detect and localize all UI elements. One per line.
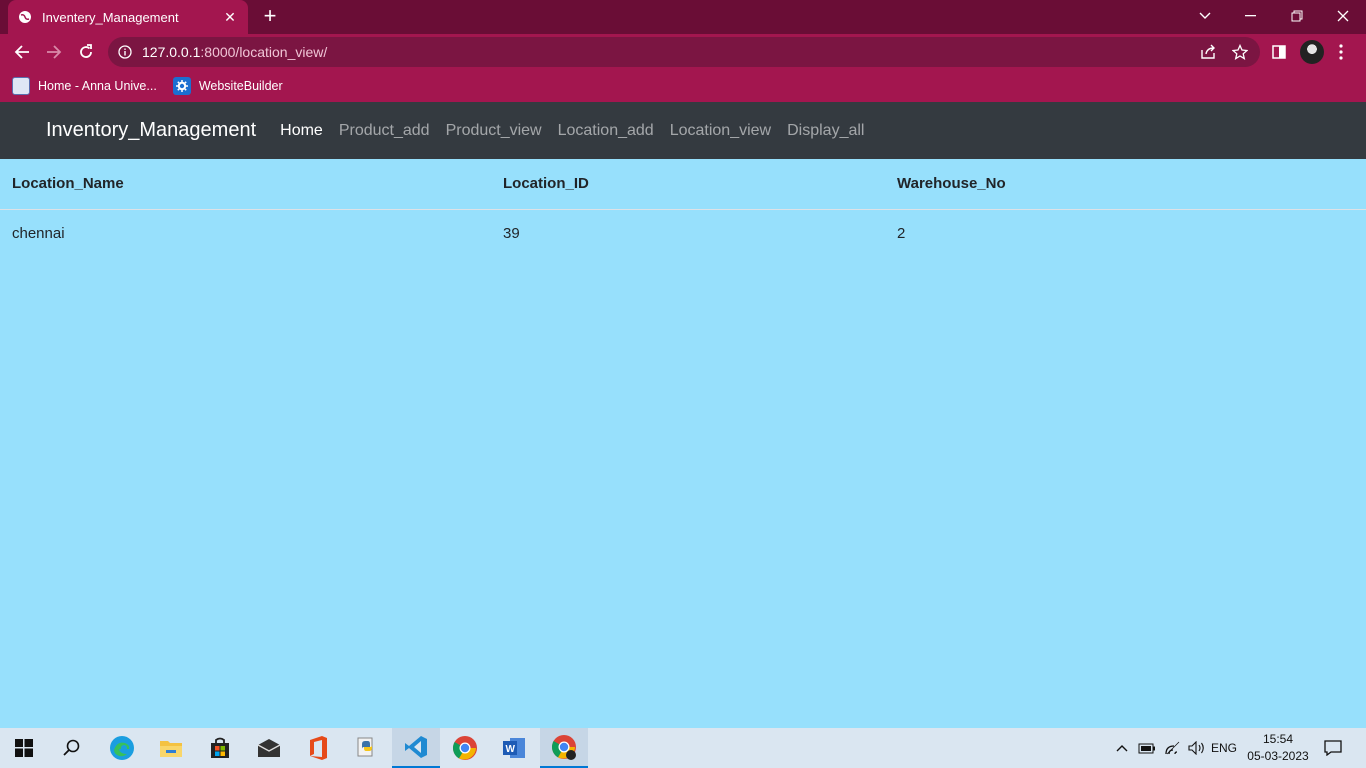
- chrome-icon[interactable]: [441, 728, 489, 768]
- cell-warehouse-no: 2: [897, 225, 906, 243]
- browser-tab-strip: Inventery_Management ✕ +: [0, 0, 1366, 34]
- bookmark-label: WebsiteBuilder: [198, 79, 283, 93]
- cell-location-name: chennai: [12, 225, 65, 243]
- globe-icon: [18, 10, 32, 24]
- table-row: chennai 39 2: [0, 209, 1366, 258]
- restore-icon[interactable]: [1274, 0, 1320, 32]
- menu-kebab-icon[interactable]: [1328, 39, 1354, 65]
- mail-icon[interactable]: [245, 728, 293, 768]
- chevron-up-icon[interactable]: [1112, 728, 1132, 768]
- location-table: Location_Name Location_ID Warehouse_No c…: [0, 159, 1366, 258]
- bookmarks-bar: Home - Anna Unive... WebsiteBuilder: [0, 70, 1366, 102]
- forward-arrow-icon[interactable]: [41, 39, 67, 65]
- bookmark-label: Home - Anna Unive...: [38, 79, 157, 93]
- vscode-icon[interactable]: [392, 728, 440, 768]
- browser-toolbar: 127.0.0.1:8000/location_view/: [0, 34, 1366, 70]
- tab-title: Inventery_Management: [42, 9, 179, 25]
- side-panel-icon[interactable]: [1266, 39, 1292, 65]
- gear-icon: [172, 77, 191, 95]
- nav-location-add[interactable]: Location_add: [558, 122, 654, 140]
- profile-avatar[interactable]: [1300, 40, 1324, 64]
- file-explorer-icon[interactable]: [147, 728, 195, 768]
- notification-icon[interactable]: [1320, 728, 1346, 768]
- nav-home[interactable]: Home: [280, 122, 323, 140]
- url-host: 127.0.0.1: [142, 44, 201, 60]
- address-bar[interactable]: 127.0.0.1:8000/location_view/: [108, 37, 1260, 67]
- volume-icon[interactable]: [1186, 728, 1208, 768]
- app-navbar: Inventory_Management Home Product_add Pr…: [0, 102, 1366, 159]
- svg-text:W: W: [506, 744, 516, 755]
- windows-taskbar: W ENG 15:54 05-03-2023: [0, 728, 1366, 768]
- wifi-icon[interactable]: [1162, 728, 1184, 768]
- column-header-warehouse-no: Warehouse_No: [885, 159, 1366, 210]
- url-path: :8000/location_view/: [200, 44, 328, 60]
- bookmark-websitebuilder[interactable]: WebsiteBuilder: [172, 77, 283, 95]
- nav-product-view[interactable]: Product_view: [446, 122, 542, 140]
- back-arrow-icon[interactable]: [9, 39, 35, 65]
- nav-display-all[interactable]: Display_all: [787, 122, 864, 140]
- star-icon[interactable]: [1227, 39, 1253, 65]
- language-indicator[interactable]: ENG: [1208, 728, 1240, 768]
- share-icon[interactable]: [1195, 39, 1221, 65]
- reload-icon[interactable]: [73, 39, 99, 65]
- browser-tab[interactable]: Inventery_Management ✕: [8, 0, 248, 34]
- column-header-location-id: Location_ID: [491, 159, 885, 210]
- plus-icon[interactable]: +: [258, 5, 282, 29]
- battery-icon[interactable]: [1136, 728, 1158, 768]
- python-icon[interactable]: [343, 728, 391, 768]
- microsoft-store-icon[interactable]: [196, 728, 244, 768]
- nav-location-view[interactable]: Location_view: [670, 122, 771, 140]
- column-header-location-name: Location_Name: [0, 159, 491, 210]
- navbar-brand[interactable]: Inventory_Management: [46, 119, 256, 142]
- office-icon[interactable]: [294, 728, 342, 768]
- edge-browser-icon[interactable]: [98, 728, 146, 768]
- cell-location-id: 39: [503, 225, 520, 243]
- word-icon[interactable]: W: [490, 728, 538, 768]
- taskbar-clock[interactable]: 15:54 05-03-2023: [1240, 731, 1316, 765]
- nav-product-add[interactable]: Product_add: [339, 122, 430, 140]
- chrome-profile-icon[interactable]: [540, 728, 588, 768]
- site-info-icon[interactable]: [118, 45, 132, 59]
- clock-time: 15:54: [1262, 732, 1294, 746]
- anna-univ-icon: [12, 77, 30, 95]
- tab-search-icon[interactable]: [1182, 0, 1228, 32]
- minimize-icon[interactable]: [1228, 0, 1274, 32]
- table-header-row: Location_Name Location_ID Warehouse_No: [0, 159, 1366, 210]
- close-tab-icon[interactable]: ✕: [222, 9, 238, 25]
- search-icon[interactable]: [48, 728, 96, 768]
- location-table-container: Location_Name Location_ID Warehouse_No c…: [0, 159, 1366, 258]
- windows-start-icon[interactable]: [0, 728, 48, 768]
- close-window-icon[interactable]: [1320, 0, 1366, 32]
- bookmark-anna-univ[interactable]: Home - Anna Unive...: [12, 77, 157, 95]
- clock-date: 05-03-2023: [1247, 749, 1309, 763]
